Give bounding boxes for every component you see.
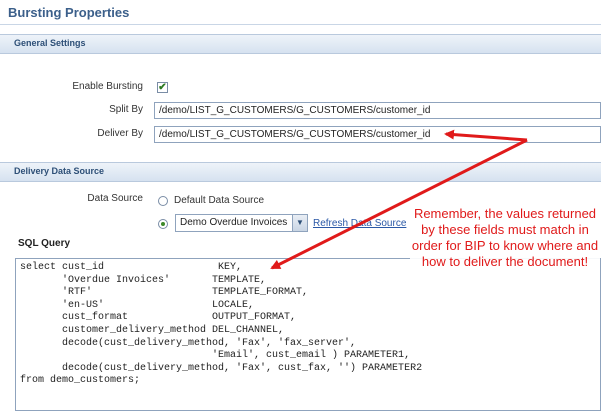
enable-bursting-label: Enable Bursting [72,81,143,92]
default-data-source-radio[interactable] [158,196,168,206]
general-settings-header: General Settings [0,34,601,54]
split-by-label: Split By [109,104,143,115]
sql-query-editor[interactable]: select cust_id KEY, 'Overdue Invoices' T… [15,258,601,411]
general-settings-title: General Settings [14,38,86,48]
title-divider [0,24,601,25]
delivery-data-source-header: Delivery Data Source [0,162,601,182]
chevron-down-icon[interactable]: ▼ [292,215,307,231]
default-data-source-label: Default Data Source [174,195,265,206]
delivery-data-source-title: Delivery Data Source [14,166,105,176]
sql-query-text: select cust_id KEY, 'Overdue Invoices' T… [20,262,423,387]
sql-query-label: SQL Query [18,238,71,249]
data-source-select-value: Demo Overdue Invoices [180,217,288,228]
split-by-input[interactable]: /demo/LIST_G_CUSTOMERS/G_CUSTOMERS/custo… [154,102,601,119]
data-source-label: Data Source [87,193,143,204]
enable-bursting-checkbox[interactable]: ✔ [157,82,168,93]
checkmark-icon: ✔ [158,82,167,93]
custom-data-source-radio[interactable] [158,219,168,229]
deliver-by-label: Deliver By [97,128,143,139]
annotation-callout: Remember, the values returned by these f… [410,206,600,270]
deliver-by-input[interactable]: /demo/LIST_G_CUSTOMERS/G_CUSTOMERS/custo… [154,126,601,143]
data-source-select[interactable]: Demo Overdue Invoices ▼ [175,214,308,232]
page-title: Bursting Properties [8,5,130,20]
refresh-data-source-link[interactable]: Refresh Data Source [313,218,406,229]
